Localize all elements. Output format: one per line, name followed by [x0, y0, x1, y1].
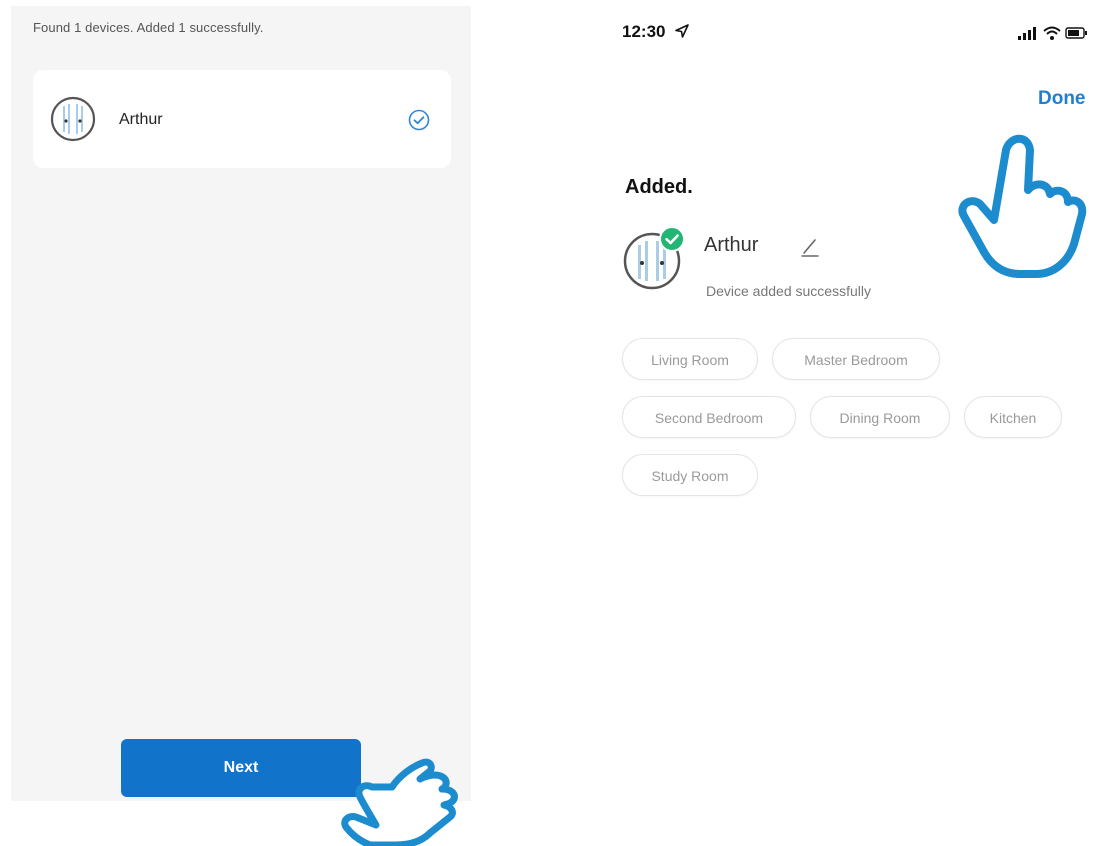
device-name: Arthur: [119, 111, 163, 128]
device-added-screen: 12:30 Done Added. Arthur Device added su…: [590, 0, 1101, 846]
room-chip-master-bedroom[interactable]: Master Bedroom: [772, 338, 940, 380]
pointing-hand-icon: [341, 758, 458, 846]
device-list-item[interactable]: Arthur: [33, 70, 451, 168]
device-added-subtitle: Device added successfully: [706, 283, 871, 299]
battery-icon: [1065, 27, 1087, 39]
room-chip-living-room[interactable]: Living Room: [622, 338, 758, 380]
location-arrow-icon: [675, 24, 689, 38]
signal-icon: [1018, 27, 1036, 40]
check-circle-icon: [408, 109, 430, 131]
room-chip-second-bedroom[interactable]: Second Bedroom: [622, 396, 796, 438]
status-bar-time: 12:30: [622, 22, 666, 41]
done-button[interactable]: Done: [1038, 88, 1086, 110]
room-chip-study-room[interactable]: Study Room: [622, 454, 758, 496]
found-devices-message: Found 1 devices. Added 1 successfully.: [33, 20, 264, 35]
next-button[interactable]: Next: [121, 739, 361, 797]
air-purifier-icon: [50, 96, 96, 142]
air-purifier-icon: [623, 226, 685, 290]
success-check-icon: [659, 226, 685, 252]
wifi-icon: [1043, 26, 1061, 40]
status-bar-icons: [1018, 26, 1087, 40]
pointing-hand-icon: [958, 134, 1087, 278]
device-found-screen: Found 1 devices. Added 1 successfully. A…: [11, 6, 471, 801]
added-heading: Added.: [625, 176, 693, 198]
room-chip-kitchen[interactable]: Kitchen: [964, 396, 1062, 438]
room-chip-dining-room[interactable]: Dining Room: [810, 396, 950, 438]
device-name: Arthur: [704, 234, 759, 256]
pencil-icon[interactable]: [800, 236, 820, 258]
